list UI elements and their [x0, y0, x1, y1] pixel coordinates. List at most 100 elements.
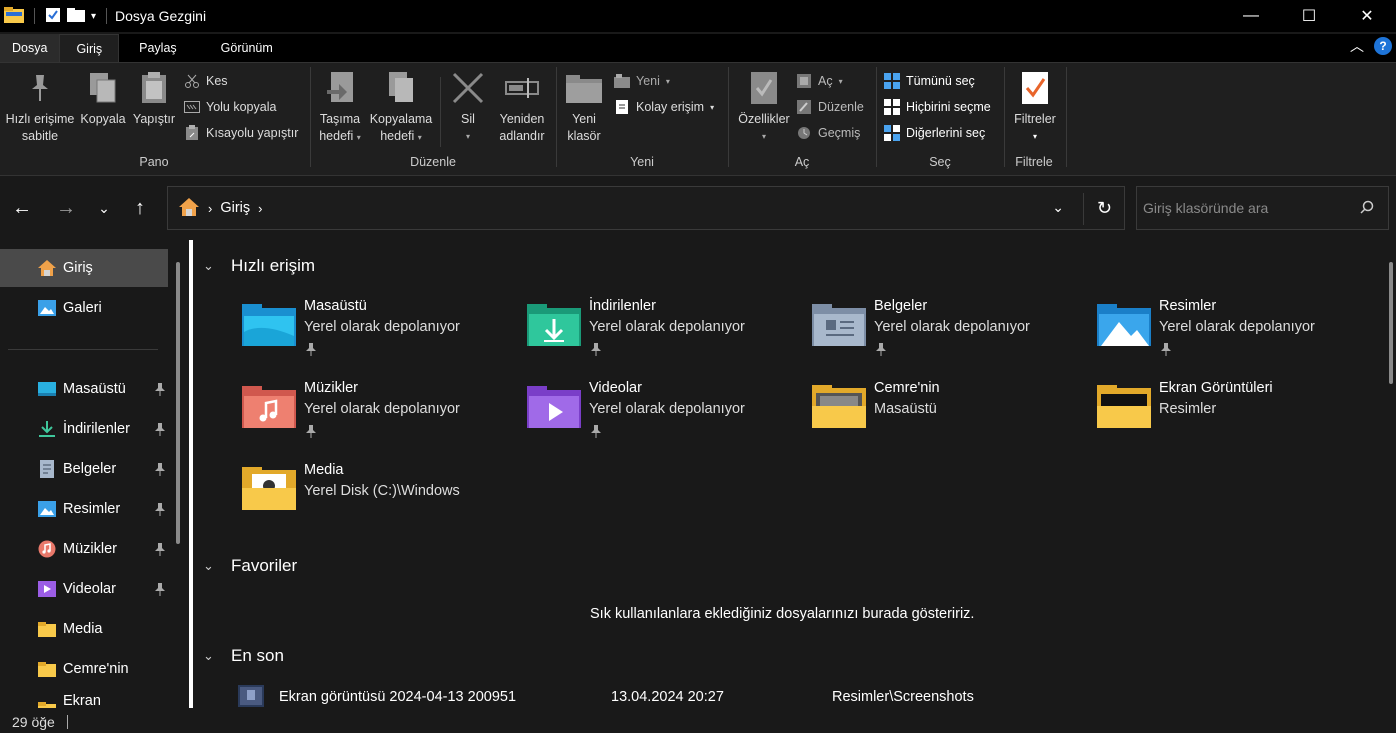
pane-splitter[interactable] [189, 240, 193, 708]
pin-icon[interactable] [154, 462, 166, 476]
ribbon: Hızlı erişime sabitle Kopyala Yapıştır K… [0, 62, 1396, 176]
pin-icon[interactable] [154, 502, 166, 516]
search-icon[interactable] [1360, 200, 1374, 217]
pin-icon[interactable] [154, 422, 166, 436]
tab-home[interactable]: Giriş [59, 34, 120, 62]
history-button[interactable]: Geçmiş [796, 125, 860, 141]
properties-icon [746, 69, 782, 107]
pin-icon[interactable] [154, 582, 166, 596]
tile-videos[interactable]: Videolar Yerel olarak depolanıyor [527, 380, 807, 450]
properties-quick-icon[interactable] [45, 7, 61, 26]
new-folder-quick-icon[interactable] [67, 7, 85, 25]
tile-documents[interactable]: Belgeler Yerel olarak depolanıyor [812, 298, 1092, 368]
collapse-chevron-icon[interactable]: ⌄ [203, 558, 217, 574]
tile-screenshots[interactable]: Ekran Görüntüleri Resimler [1097, 380, 1377, 450]
paste-shortcut-button[interactable]: Kısayolu yapıştır [184, 125, 298, 141]
paste-button[interactable]: Yapıştır [130, 69, 178, 128]
music-icon [38, 540, 56, 558]
pin-quick-access-button[interactable]: Hızlı erişime sabitle [4, 69, 76, 145]
open-button[interactable]: Aç ▾ [796, 73, 843, 89]
move-to-button[interactable]: Taşıma hedefi ▾ [314, 69, 366, 146]
favorites-header[interactable]: ⌄ Favoriler [203, 556, 297, 576]
close-button[interactable]: ✕ [1338, 0, 1396, 32]
status-bar: 29 öğe [0, 710, 1396, 733]
rename-label-2: adlandır [499, 129, 545, 143]
edit-button[interactable]: Düzenle [796, 99, 864, 115]
sidebar-item-documents[interactable]: Belgeler [0, 450, 168, 488]
invert-selection-button[interactable]: Diğerlerini seç [884, 125, 985, 141]
sidebar-item-downloads[interactable]: İndirilenler [0, 410, 168, 448]
pictures-folder-icon [1097, 304, 1151, 346]
tile-desktop[interactable]: Masaüstü Yerel olarak depolanıyor [242, 298, 522, 368]
back-arrow-icon[interactable]: ← [10, 196, 34, 220]
sidebar-item-gallery[interactable]: Galeri [0, 289, 168, 327]
sidebar-item-cemre[interactable]: Cemre'nin [0, 650, 168, 688]
easy-access-button[interactable]: Kolay erişim ▾ [614, 99, 714, 115]
copy-to-icon [383, 69, 419, 107]
pin-icon[interactable] [154, 382, 166, 396]
sidebar-item-media[interactable]: Media [0, 610, 168, 648]
refresh-icon[interactable]: ↻ [1097, 198, 1112, 219]
forward-arrow-icon[interactable]: → [54, 196, 78, 220]
tab-share[interactable]: Paylaş [119, 34, 197, 62]
copy-path-button[interactable]: Yolu kopyala [184, 99, 276, 115]
folder-icon [38, 702, 56, 708]
minimize-button[interactable]: — [1222, 0, 1280, 32]
breadcrumb-separator-icon[interactable]: › [208, 201, 212, 216]
sidebar-scrollbar[interactable] [176, 262, 180, 544]
customize-toolbar-chevron-icon[interactable]: ▾ [91, 11, 96, 22]
window-title: Dosya Gezgini [115, 8, 207, 24]
filters-button[interactable]: Filtreler ▾ [1008, 69, 1062, 145]
pin-icon[interactable] [154, 542, 166, 556]
breadcrumb-expand-icon[interactable]: › [258, 201, 262, 216]
maximize-button[interactable]: ☐ [1280, 0, 1338, 32]
breadcrumb-home[interactable]: Giriş [220, 200, 250, 216]
delete-button[interactable]: Sil ▾ [446, 69, 490, 145]
content-scrollbar[interactable] [1389, 262, 1393, 384]
tile-music[interactable]: Müzikler Yerel olarak depolanıyor [242, 380, 522, 450]
collapse-ribbon-chevron-icon[interactable]: ︿ [1350, 36, 1364, 56]
tile-cemre[interactable]: Cemre'nin Masaüstü [812, 380, 1092, 450]
explorer-app-icon [4, 6, 24, 27]
easy-access-icon [614, 99, 630, 115]
sidebar-item-music[interactable]: Müzikler [0, 530, 168, 568]
recent-header[interactable]: ⌄ En son [203, 646, 284, 666]
copy-label: Kopyala [80, 112, 126, 126]
sidebar-item-pictures[interactable]: Resimler [0, 490, 168, 528]
cut-button[interactable]: Kes [184, 73, 228, 89]
tile-name: Resimler [1159, 298, 1217, 314]
favorites-empty-message: Sık kullanılanlara eklediğiniz dosyaları… [590, 606, 975, 622]
search-box[interactable] [1136, 186, 1389, 230]
sidebar-item-videos[interactable]: Videolar [0, 570, 168, 608]
search-input[interactable] [1143, 200, 1343, 216]
collapse-chevron-icon[interactable]: ⌄ [203, 648, 217, 664]
navigation-pane: Giriş Galeri Masaüstü İndirilenler Belge… [0, 240, 186, 708]
select-all-button[interactable]: Tümünü seç [884, 73, 975, 89]
recent-locations-chevron-icon[interactable]: ⌄ [92, 196, 116, 220]
tile-downloads[interactable]: İndirilenler Yerel olarak depolanıyor [527, 298, 807, 368]
table-row[interactable]: Ekran görüntüsü 2024-04-13 200951 13.04.… [237, 684, 1337, 708]
delete-label: Sil [461, 112, 475, 126]
sidebar-item-home[interactable]: Giriş [0, 249, 168, 287]
sidebar-item-desktop[interactable]: Masaüstü [0, 370, 168, 408]
collapse-chevron-icon[interactable]: ⌄ [203, 258, 217, 274]
rename-button[interactable]: Yeniden adlandır [492, 69, 552, 145]
tab-file[interactable]: Dosya [0, 34, 60, 62]
tab-view[interactable]: Görünüm [197, 34, 297, 62]
up-arrow-icon[interactable]: ↑ [128, 196, 152, 220]
quick-access-header[interactable]: ⌄ Hızlı erişim [203, 256, 315, 276]
copy-button[interactable]: Kopyala [78, 69, 128, 128]
address-bar[interactable]: › Giriş › ⌄ ↻ [167, 186, 1125, 230]
sidebar-item-screenshots[interactable]: Ekran Görüntüle [0, 690, 168, 708]
new-item-button[interactable]: Yeni ▾ [614, 73, 670, 89]
tile-media[interactable]: Media Yerel Disk (C:)\Windows [242, 462, 522, 532]
copy-to-button[interactable]: Kopyalama hedefi ▾ [366, 69, 436, 146]
tile-pictures[interactable]: Resimler Yerel olarak depolanıyor [1097, 298, 1377, 368]
new-folder-button[interactable]: Yeni klasör [560, 69, 608, 145]
select-none-button[interactable]: Hiçbirini seçme [884, 99, 991, 115]
help-icon[interactable]: ? [1374, 37, 1392, 55]
properties-button[interactable]: Özellikler ▾ [734, 69, 794, 145]
section-title: En son [231, 646, 284, 665]
window-controls: — ☐ ✕ [1222, 0, 1396, 32]
address-history-chevron-icon[interactable]: ⌄ [1052, 199, 1064, 216]
